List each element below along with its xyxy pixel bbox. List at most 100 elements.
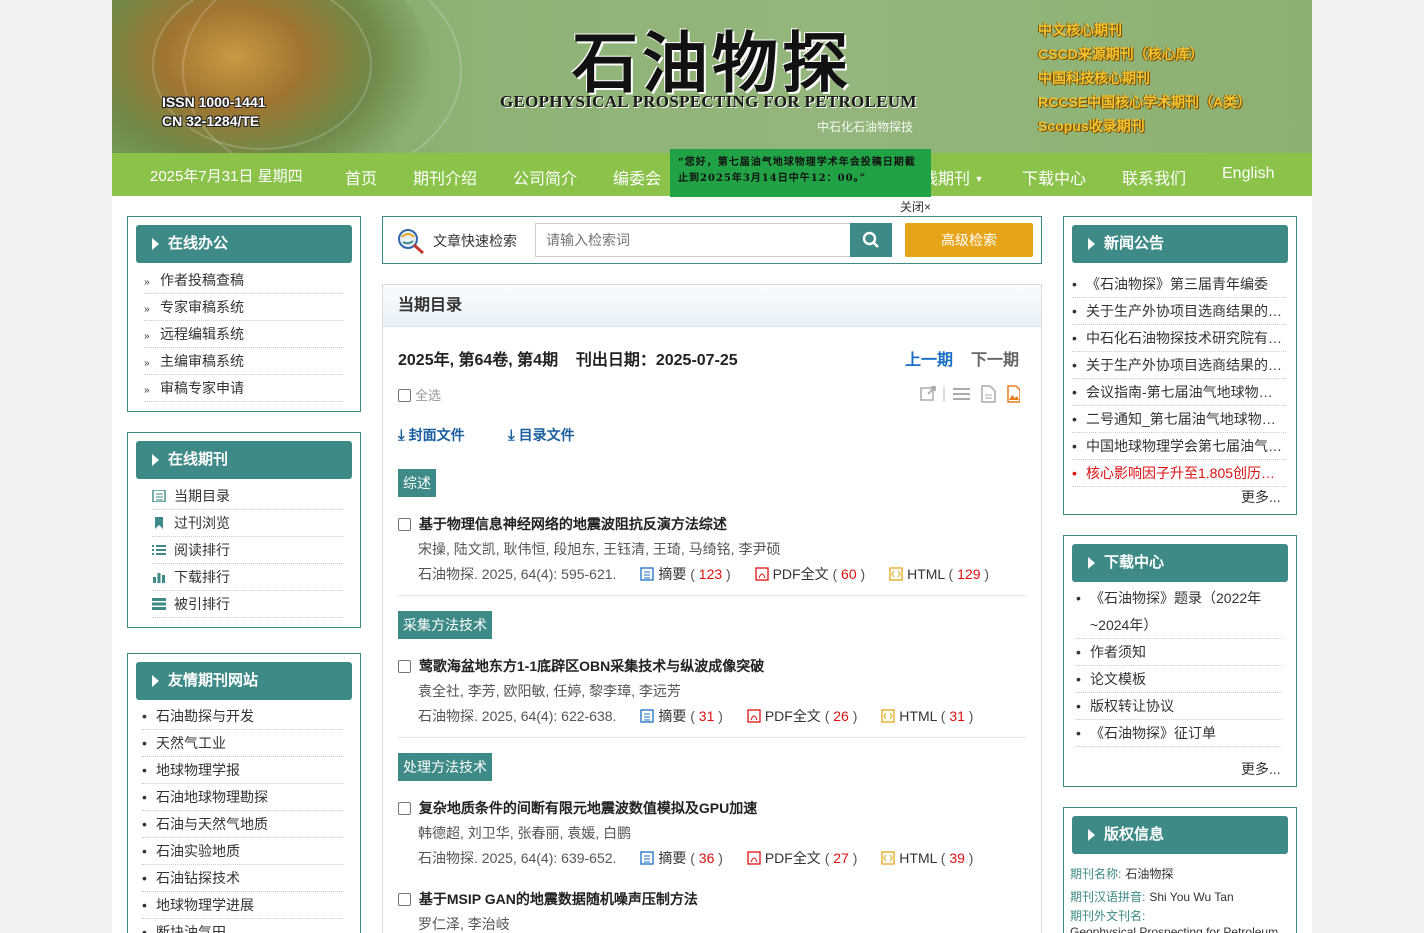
nav-contact[interactable]: 联系我们 <box>1122 165 1186 189</box>
article-title-text: 基于物理信息神经网络的地震波阻抗反演方法综述 <box>418 516 727 532</box>
pdf-link[interactable]: PDF全文 ( 27 ) <box>765 850 858 866</box>
journal-item-current[interactable]: 当期目录 <box>152 483 344 510</box>
abstract-link[interactable]: 摘要 ( 31 ) <box>658 708 723 724</box>
list-view-icon[interactable] <box>953 388 970 400</box>
search-input[interactable] <box>535 223 852 257</box>
html-link[interactable]: HTML ( 31 ) <box>899 708 973 724</box>
abstract-link[interactable]: 摘要 ( 123 ) <box>658 566 730 582</box>
news-item-highlight[interactable]: • 核心影响因子升至1.805创历史新高 <box>1072 460 1286 487</box>
list-icon <box>152 545 166 555</box>
nav-company[interactable]: 公司简介 <box>513 165 577 189</box>
article-checkbox[interactable] <box>398 893 411 906</box>
news-item-label: 中石化石油物探技术研究院有限公司 <box>1086 330 1286 346</box>
friend-link-label: 断块油气田 <box>156 924 226 933</box>
news-item[interactable]: • 二号通知_第七届油气地球物理学术年会 <box>1072 406 1286 433</box>
journal-item-cite-rank[interactable]: 被引排行 <box>152 591 344 618</box>
pdf-link[interactable]: PDF全文 ( 26 ) <box>765 708 858 724</box>
journal-item-archive[interactable]: 过刊浏览 <box>152 510 344 537</box>
download-item[interactable]: • 论文模板 <box>1076 666 1282 693</box>
copyright-key: 期刊外文刊名: <box>1070 909 1146 923</box>
friend-link[interactable]: • 石油实验地质 <box>142 838 344 865</box>
article-title[interactable]: 莺歌海盆地东方1-1底辟区OBN采集技术与纵波成像突破 <box>398 656 764 676</box>
pdf-icon <box>754 567 769 581</box>
pdf-link[interactable]: PDF全文 ( 60 ) <box>773 566 866 582</box>
friend-link[interactable]: • 天然气工业 <box>142 730 344 757</box>
abstract-count: 123 <box>698 566 723 582</box>
news-item-label: 二号通知_第七届油气地球物理学术年会 <box>1086 411 1286 427</box>
news-item[interactable]: • 《石油物探》第三届青年编委 <box>1072 271 1286 298</box>
notice-close-button[interactable]: 关闭× <box>900 198 931 215</box>
advanced-search-button[interactable]: 高级检索 <box>905 223 1033 257</box>
download-item-label: 版权转让协议 <box>1090 698 1174 714</box>
journal-item-label: 下载排行 <box>174 569 230 585</box>
article-title[interactable]: 复杂地质条件的间断有限元地震波数值模拟及GPU加速 <box>398 798 757 818</box>
news-item[interactable]: • 会议指南-第七届油气地球物理学术年会 <box>1072 379 1286 406</box>
friend-link[interactable]: • 地球物理学进展 <box>142 892 344 919</box>
office-item[interactable]: » 专家审稿系统 <box>144 294 344 321</box>
image-file-icon[interactable] <box>1007 385 1021 403</box>
friend-link[interactable]: • 石油与天然气地质 <box>142 811 344 838</box>
export-icon[interactable] <box>920 386 936 401</box>
article-title[interactable]: 基于MSIP GAN的地震数据随机噪声压制方法 <box>398 889 698 909</box>
nav-download[interactable]: 下载中心 <box>1022 165 1086 189</box>
index-tags: 中文核心期刊 CSCD来源期刊（核心库） 中国科技核心期刊 RCCSE中国核心学… <box>1038 18 1251 138</box>
document-icon[interactable] <box>981 385 996 403</box>
bullet-icon: • <box>1072 411 1077 427</box>
download-item[interactable]: • 版权转让协议 <box>1076 693 1282 720</box>
html-label: HTML <box>899 850 937 866</box>
office-item[interactable]: » 远程编辑系统 <box>144 321 344 348</box>
friend-link[interactable]: • 地球物理学报 <box>142 757 344 784</box>
article-checkbox[interactable] <box>398 660 411 673</box>
news-item-label: 中国地球物理学会第七届油气地球物理 <box>1086 438 1286 454</box>
download-item[interactable]: • 《石油物探》题录（2022年 <box>1076 585 1282 612</box>
cover-file-link[interactable]: ⤓ 封面文件 <box>398 425 465 445</box>
nav-home[interactable]: 首页 <box>345 165 377 189</box>
office-item[interactable]: » 作者投稿查稿 <box>144 267 344 294</box>
office-item[interactable]: » 审稿专家申请 <box>144 375 344 402</box>
news-item[interactable]: • 中国地球物理学会第七届油气地球物理 <box>1072 433 1286 460</box>
prev-issue-link[interactable]: 上一期 <box>905 346 953 370</box>
friend-link[interactable]: • 石油钻探技术 <box>142 865 344 892</box>
nav-english[interactable]: English <box>1222 165 1274 183</box>
html-link[interactable]: HTML ( 39 ) <box>899 850 973 866</box>
category-tag: 综述 <box>398 469 436 497</box>
news-item-label: 关于生产外协项目选商结果的公示 <box>1086 303 1286 319</box>
download-item[interactable]: • 《石油物探》征订单 <box>1076 720 1282 747</box>
nav-journal-intro[interactable]: 期刊介绍 <box>413 165 477 189</box>
news-more-link[interactable]: 更多... <box>1241 487 1281 507</box>
downloads-more-link[interactable]: 更多... <box>1241 759 1281 779</box>
office-item-label: 主编审稿系统 <box>160 353 244 369</box>
journal-item-read-rank[interactable]: 阅读排行 <box>152 537 344 564</box>
article-checkbox[interactable] <box>398 802 411 815</box>
select-all-checkbox[interactable] <box>398 389 411 402</box>
double-arrow-icon: » <box>144 385 150 396</box>
download-item[interactable]: • 作者须知 <box>1076 639 1282 666</box>
nav-editorial-board[interactable]: 编委会 <box>613 165 661 189</box>
journal-title-en: GEOPHYSICAL PROSPECTING FOR PETROLEUM <box>500 92 917 111</box>
journal-item-download-rank[interactable]: 下载排行 <box>152 564 344 591</box>
news-item-label: 《石油物探》第三届青年编委 <box>1086 276 1268 292</box>
nav-online-journal[interactable]: 线期刊 ▼ <box>922 165 983 189</box>
news-item[interactable]: • 中石化石油物探技术研究院有限公司 <box>1072 325 1286 352</box>
friend-link[interactable]: • 断块油气田 <box>142 919 344 933</box>
friend-link-label: 地球物理学报 <box>156 762 240 778</box>
news-list: • 《石油物探》第三届青年编委 • 关于生产外协项目选商结果的公示 • 中石化石油物探… <box>1072 271 1286 487</box>
download-item-continued[interactable]: ~2024年） <box>1076 612 1282 639</box>
friend-link[interactable]: • 石油地球物理勘探 <box>142 784 344 811</box>
toc-file-link[interactable]: ⤓ 目录文件 <box>508 425 575 445</box>
notice-popup[interactable]: “您好，第七届油气地球物理学术年会投稿日期截止到2025年3月14日中午12：0… <box>670 149 931 197</box>
html-label: HTML <box>899 708 937 724</box>
next-issue-link[interactable]: 下一期 <box>971 346 1019 370</box>
friend-link[interactable]: • 石油勘探与开发 <box>142 703 344 730</box>
article-checkbox[interactable] <box>398 518 411 531</box>
news-item[interactable]: • 关于生产外协项目选商结果的公示 <box>1072 298 1286 325</box>
select-all[interactable]: 全选 <box>398 385 441 404</box>
html-count: 31 <box>949 708 965 724</box>
office-item[interactable]: » 主编审稿系统 <box>144 348 344 375</box>
search-button[interactable] <box>850 223 892 257</box>
abstract-link[interactable]: 摘要 ( 36 ) <box>658 850 723 866</box>
html-link[interactable]: HTML ( 129 ) <box>907 566 989 582</box>
article-title[interactable]: 基于物理信息神经网络的地震波阻抗反演方法综述 <box>398 514 727 534</box>
online-journal-header: 在线期刊 <box>136 441 352 479</box>
news-item[interactable]: • 关于生产外协项目选商结果的公示 <box>1072 352 1286 379</box>
